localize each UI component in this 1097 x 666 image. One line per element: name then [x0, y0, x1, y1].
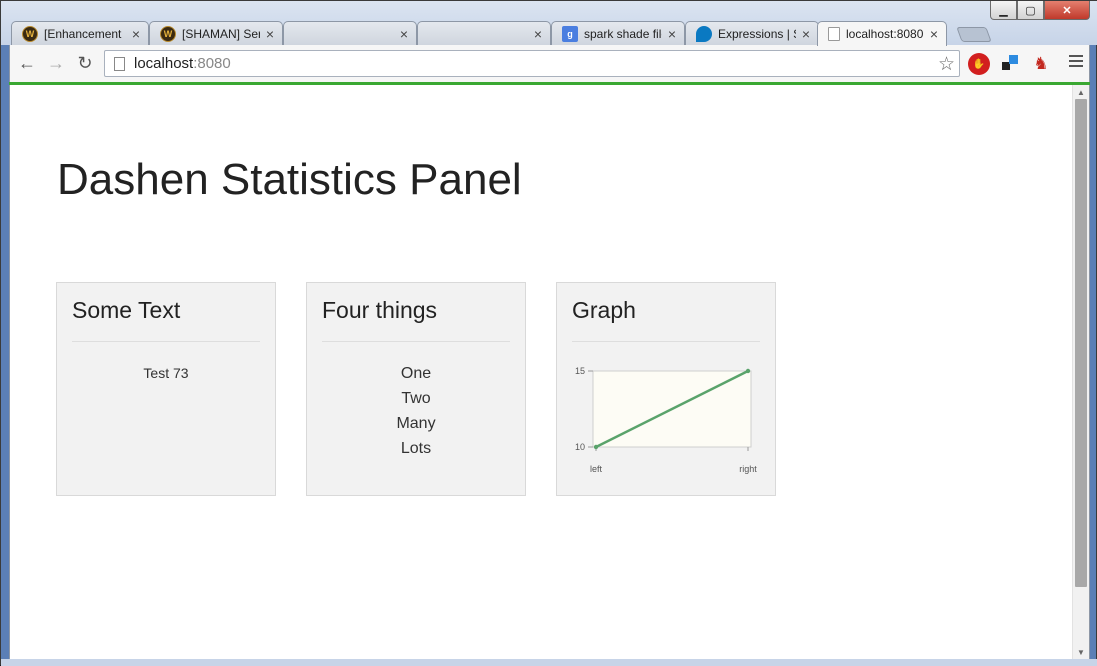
close-tab-icon[interactable]: × — [130, 26, 142, 42]
scroll-down-arrow-icon[interactable]: ▼ — [1073, 645, 1089, 659]
chrome-menu-icon[interactable] — [1069, 55, 1083, 70]
close-tab-icon[interactable]: × — [800, 26, 812, 42]
y-tick-label: 15 — [575, 366, 585, 376]
extension-squares-icon[interactable] — [999, 53, 1021, 75]
tab-title: [Enhancement — [44, 26, 122, 41]
page-icon — [828, 27, 840, 41]
google-icon: g — [562, 25, 578, 42]
tab-title: Expressions | Sp — [718, 26, 796, 41]
panel-heading: Four things — [322, 297, 438, 323]
page-title: Dashen Statistics Panel — [57, 155, 522, 204]
panel-divider — [322, 341, 510, 342]
back-icon[interactable]: ← — [15, 52, 39, 74]
panel-some-text: Some Text Test 73 — [56, 282, 276, 496]
tab-title: [SHAMAN] Ser — [182, 26, 260, 41]
maximize-button[interactable]: ▢ — [1017, 1, 1044, 20]
line-chart: 10 15 left right — [575, 366, 757, 474]
panel-divider — [572, 341, 760, 342]
data-point — [745, 368, 751, 374]
close-tab-icon[interactable]: × — [532, 26, 544, 42]
panel-divider — [72, 341, 260, 342]
wow-icon: W — [22, 25, 38, 42]
drupal-icon — [696, 25, 712, 42]
tab-shaman[interactable]: W [SHAMAN] Ser × — [149, 21, 283, 45]
data-point — [593, 444, 599, 450]
page-viewport: Dashen Statistics Panel Some Text Test 7… — [9, 85, 1090, 659]
bookmark-star-icon[interactable]: ☆ — [938, 53, 955, 76]
panel-heading: Graph — [572, 297, 636, 323]
tab-enhancement[interactable]: W [Enhancement × — [11, 21, 149, 45]
list-item: Lots — [400, 440, 432, 457]
tab-title: spark shade file — [584, 26, 662, 41]
tab-expressions[interactable]: Expressions | Sp × — [685, 21, 819, 45]
close-tab-icon[interactable]: × — [666, 26, 678, 42]
browser-toolbar: ← → ↻ localhost :8080 ☆ ✋ ♞ — [9, 45, 1090, 82]
minimize-button[interactable]: ▁ — [990, 1, 1017, 20]
y-tick-label: 10 — [575, 442, 585, 452]
tab-title: localhost:8080 — [846, 27, 924, 41]
list-item: One — [400, 365, 432, 382]
vertical-scrollbar[interactable]: ▲ ▼ — [1072, 85, 1089, 659]
list-item: Two — [401, 390, 431, 407]
forward-icon[interactable]: → — [44, 52, 68, 74]
address-host: localhost — [134, 55, 194, 72]
scroll-up-arrow-icon[interactable]: ▲ — [1073, 85, 1089, 99]
panel-body: Test 73 — [57, 365, 275, 381]
tab-blank-1[interactable]: × — [283, 21, 417, 45]
reload-icon[interactable]: ↻ — [73, 52, 97, 74]
panel-four-things: Four things One Two Many Lots — [306, 282, 526, 496]
close-tab-icon[interactable]: × — [928, 26, 940, 42]
tab-strip: W [Enhancement × W [SHAMAN] Ser × × × g … — [11, 21, 1071, 46]
scrollbar-thumb[interactable] — [1075, 99, 1087, 587]
address-port: :8080 — [193, 55, 231, 72]
tab-localhost[interactable]: localhost:8080 × — [817, 21, 947, 46]
close-tab-icon[interactable]: × — [398, 26, 410, 42]
window-controls: ▁ ▢ ✕ — [990, 1, 1090, 21]
x-tick-label: left — [590, 464, 603, 474]
close-window-button[interactable]: ✕ — [1044, 1, 1090, 20]
x-tick-label: right — [739, 464, 757, 474]
new-tab-button[interactable] — [956, 27, 992, 42]
list-item: Many — [396, 415, 436, 432]
tab-blank-2[interactable]: × — [417, 21, 551, 45]
browser-window: ▁ ▢ ✕ W [Enhancement × W [SHAMAN] Ser × … — [0, 0, 1097, 666]
address-bar[interactable]: localhost :8080 ☆ — [104, 50, 960, 77]
extension-armchair-icon[interactable]: ♞ — [1030, 53, 1052, 75]
tab-spark-shade[interactable]: g spark shade file × — [551, 21, 685, 45]
panel-heading: Some Text — [72, 297, 181, 323]
panel-text: Test 73 — [143, 365, 189, 381]
adblock-stop-icon[interactable]: ✋ — [968, 53, 990, 75]
panel-graph: Graph 10 15 left right — [556, 282, 776, 496]
things-list: One Two Many Lots — [307, 361, 525, 461]
page-icon — [114, 56, 125, 71]
close-tab-icon[interactable]: × — [264, 26, 276, 42]
wow-icon: W — [160, 25, 176, 42]
